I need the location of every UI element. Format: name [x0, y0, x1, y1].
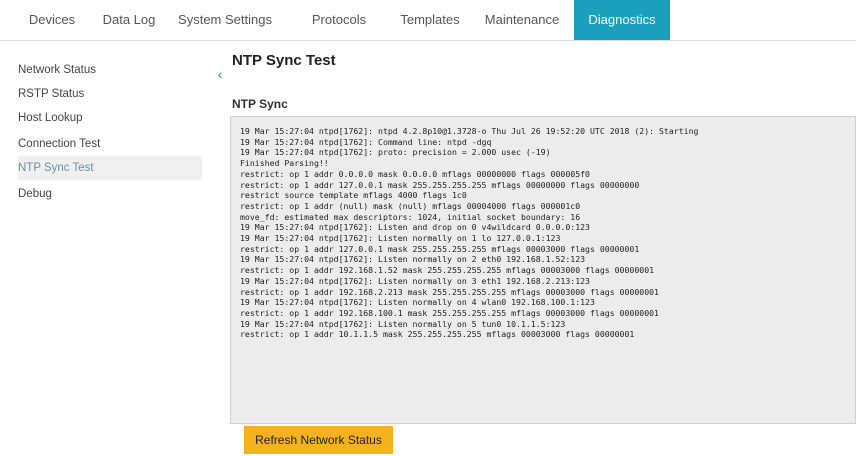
ntp-sync-log-output[interactable]: 19 Mar 15:27:04 ntpd[1762]: ntpd 4.2.8p1… [230, 116, 856, 424]
log-line: 19 Mar 15:27:04 ntpd[1762]: ntpd 4.2.8p1… [240, 126, 699, 136]
log-line: restrict: op 1 addr 192.168.100.1 mask 2… [240, 307, 659, 318]
sidebar-item-label: Host Lookup [18, 112, 83, 124]
log-line: Finished Parsing!! [240, 158, 329, 169]
sidebar-item-debug[interactable]: Debug [18, 182, 202, 206]
page-title: NTP Sync Test [232, 52, 336, 69]
log-line: restrict: op 1 addr 10.1.1.5 mask 255.25… [240, 329, 635, 340]
sidebar-item-host-lookup[interactable]: Host Lookup [18, 106, 202, 130]
log-line: restrict: op 1 addr 192.168.2.213 mask 2… [240, 286, 659, 297]
log-line: 19 Mar 15:27:04 ntpd[1762]: Command line… [240, 136, 492, 147]
sidebar-item-rstp-status[interactable]: RSTP Status [18, 82, 202, 106]
tab-devices[interactable]: Devices [16, 0, 88, 40]
sidebar-item-label: Network Status [18, 64, 96, 76]
log-line: restrict: op 1 addr 0.0.0.0 mask 0.0.0.0… [240, 168, 590, 179]
log-line: 19 Mar 15:27:04 ntpd[1762]: proto: preci… [240, 147, 551, 158]
log-line: restrict source template mflags 4000 fla… [240, 190, 467, 201]
log-line: 19 Mar 15:27:04 ntpd[1762]: Listen norma… [240, 297, 595, 308]
sidebar: Network Status RSTP Status Host Lookup C… [0, 42, 210, 456]
log-line: restrict: op 1 addr 127.0.0.1 mask 255.2… [240, 179, 640, 190]
collapse-sidebar-chevron-icon[interactable]: ‹ [214, 66, 226, 82]
refresh-network-status-button[interactable]: Refresh Network Status [244, 426, 393, 454]
tab-diagnostics[interactable]: Diagnostics [574, 0, 670, 40]
log-line: restrict: op 1 addr 127.0.0.1 mask 255.2… [240, 243, 640, 254]
log-line: 19 Mar 15:27:04 ntpd[1762]: Listen norma… [240, 233, 561, 244]
sidebar-item-network-status[interactable]: Network Status [18, 58, 202, 82]
log-line: 19 Mar 15:27:04 ntpd[1762]: Listen and d… [240, 222, 590, 233]
section-title: NTP Sync [232, 97, 288, 111]
log-line: restrict: op 1 addr 192.168.1.52 mask 25… [240, 265, 655, 276]
tab-data-log[interactable]: Data Log [92, 0, 166, 40]
tab-protocols[interactable]: Protocols [300, 0, 378, 40]
sidebar-item-label: RSTP Status [18, 88, 85, 100]
sidebar-item-label: Connection Test [18, 138, 101, 150]
tab-system-settings[interactable]: System Settings [172, 0, 278, 40]
log-line: 19 Mar 15:27:04 ntpd[1762]: Listen norma… [240, 275, 590, 286]
log-line: 19 Mar 15:27:04 ntpd[1762]: Listen norma… [240, 318, 566, 329]
sidebar-item-label: NTP Sync Test [18, 162, 94, 174]
top-navigation: Devices Data Log System Settings Protoco… [0, 0, 856, 41]
sidebar-item-connection-test[interactable]: Connection Test [18, 132, 202, 156]
log-line: move_fd: estimated max descriptors: 1024… [240, 211, 581, 222]
log-line: restrict: op 1 addr (null) mask (null) m… [240, 200, 581, 211]
sidebar-item-ntp-sync-test[interactable]: NTP Sync Test [18, 156, 202, 180]
log-line: 19 Mar 15:27:04 ntpd[1762]: Listen norma… [240, 254, 586, 265]
tab-templates[interactable]: Templates [388, 0, 472, 40]
sidebar-item-label: Debug [18, 188, 52, 200]
tab-maintenance[interactable]: Maintenance [476, 0, 568, 40]
